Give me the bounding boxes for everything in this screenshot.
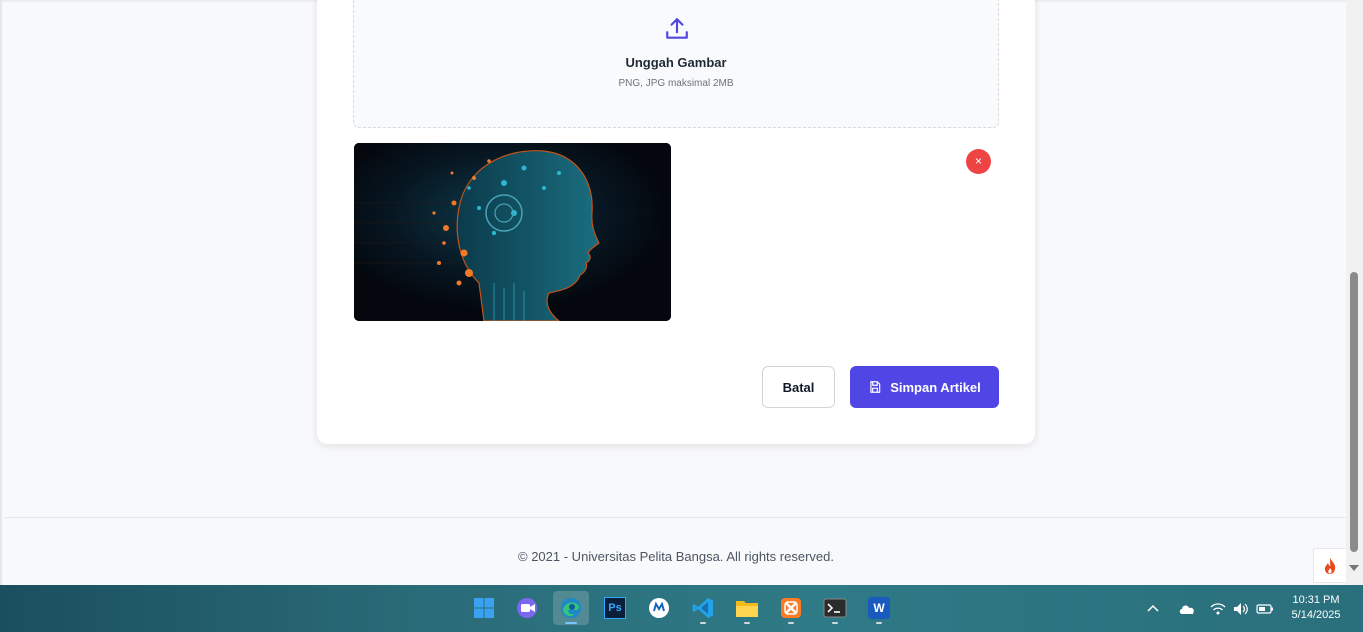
cloud-icon[interactable] — [1178, 602, 1196, 616]
close-icon: × — [974, 154, 982, 168]
edge-icon[interactable] — [553, 591, 589, 625]
page-footer: © 2021 - Universitas Pelita Bangsa. All … — [4, 517, 1348, 581]
terminal-icon[interactable] — [817, 591, 853, 625]
save-button-label: Simpan Artikel — [890, 379, 981, 395]
ai-head-image — [354, 143, 671, 321]
system-tray — [1146, 585, 1274, 632]
word-label: W — [868, 597, 890, 619]
meet-icon[interactable] — [510, 591, 546, 625]
browser-viewport: Unggah Gambar PNG, JPG maksimal 2MB × Ba… — [0, 0, 1363, 585]
save-icon — [870, 381, 881, 393]
vertical-scrollbar[interactable] — [1346, 0, 1363, 585]
upload-icon — [666, 18, 688, 39]
battery-icon[interactable] — [1256, 603, 1274, 615]
word-icon[interactable]: W — [861, 591, 897, 625]
save-article-button[interactable]: Simpan Artikel — [850, 366, 999, 408]
active-indicator — [565, 622, 577, 624]
flame-extension-tab[interactable] — [1313, 548, 1346, 583]
taskbar-clock[interactable]: 10:31 PM 5/14/2025 — [1283, 593, 1349, 623]
running-indicator — [700, 622, 706, 624]
scroll-down-arrow-icon[interactable] — [1349, 565, 1359, 571]
photoshop-label: Ps — [604, 597, 626, 619]
remove-image-button[interactable]: × — [966, 149, 991, 174]
windows-start-icon[interactable] — [466, 591, 502, 625]
vscode-icon[interactable] — [685, 591, 721, 625]
app-icon[interactable] — [641, 591, 677, 625]
xampp-icon[interactable] — [773, 591, 809, 625]
running-indicator — [788, 622, 794, 624]
flame-icon — [1325, 557, 1336, 574]
clock-date: 5/14/2025 — [1291, 609, 1341, 621]
upload-title: Unggah Gambar — [625, 55, 727, 70]
clock-time: 10:31 PM — [1292, 594, 1340, 606]
chevron-up-icon[interactable] — [1146, 602, 1160, 616]
image-preview — [354, 143, 671, 321]
cancel-button[interactable]: Batal — [762, 366, 835, 408]
volume-icon[interactable] — [1232, 602, 1250, 616]
photoshop-icon[interactable]: Ps — [597, 591, 633, 625]
running-indicator — [744, 622, 750, 624]
windows-taskbar: Ps W 10:31 PM 5/14/2025 — [0, 585, 1363, 632]
file-explorer-icon[interactable] — [729, 591, 765, 625]
upload-hint: PNG, JPG maksimal 2MB — [618, 78, 734, 89]
running-indicator — [876, 622, 882, 624]
scrollbar-thumb[interactable] — [1350, 272, 1358, 552]
wifi-icon[interactable] — [1210, 602, 1226, 616]
image-dropzone[interactable]: Unggah Gambar PNG, JPG maksimal 2MB — [353, 0, 999, 128]
cancel-button-label: Batal — [782, 379, 815, 395]
running-indicator — [832, 622, 838, 624]
copyright-text: © 2021 - Universitas Pelita Bangsa. All … — [518, 549, 834, 564]
